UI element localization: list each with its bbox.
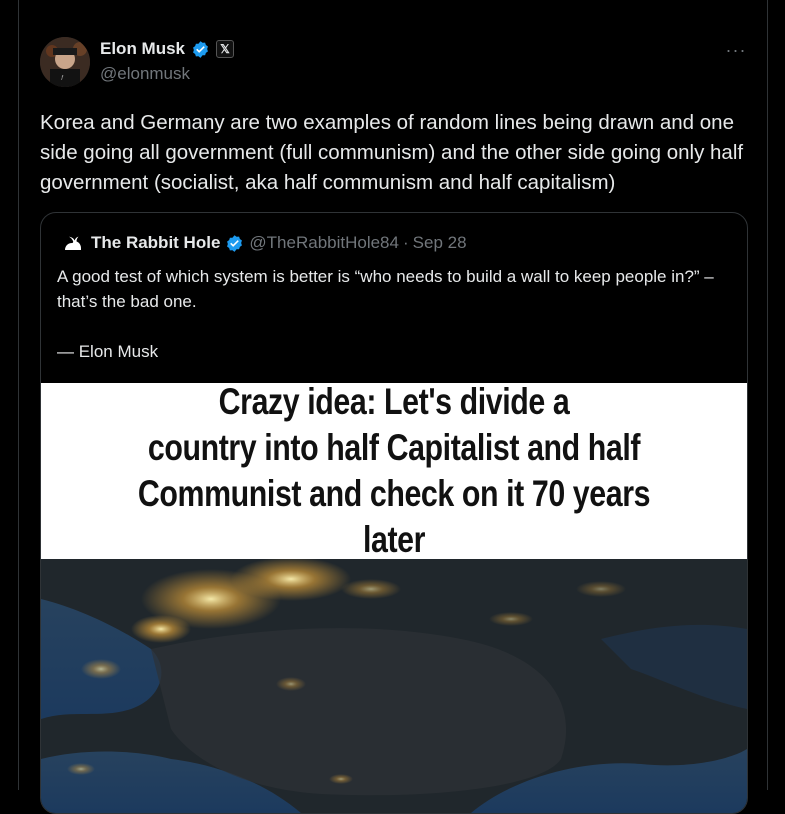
verified-badge-icon	[227, 234, 243, 252]
quoted-post-image[interactable]: Crazy idea: Let's divide a country into …	[41, 381, 747, 813]
post: ƒ Elon Musk 𝕏 @elonmusk ··· Korea and Ge…	[0, 0, 785, 814]
author-avatar[interactable]: ƒ	[40, 37, 90, 87]
quoted-author-name[interactable]: The Rabbit Hole	[91, 233, 220, 253]
svg-text:ƒ: ƒ	[61, 75, 64, 81]
post-text: Korea and Germany are two examples of ra…	[40, 111, 744, 194]
timeline-left-border	[18, 0, 19, 790]
quoted-author-handle[interactable]: @TheRabbitHole84	[249, 233, 399, 253]
author-name[interactable]: Elon Musk	[100, 39, 185, 59]
quoted-text-body: A good test of which system is better is…	[57, 267, 714, 311]
quoted-post[interactable]: The Rabbit Hole @TheRabbitHole84 · Sep 2…	[40, 212, 748, 814]
more-options-icon[interactable]: ···	[724, 40, 748, 60]
meme-caption-text: Crazy idea: Let's divide a country into …	[137, 381, 651, 560]
x-logo-icon[interactable]: 𝕏	[216, 40, 235, 58]
satellite-night-map-image	[41, 559, 747, 813]
verified-badge-icon	[193, 40, 208, 58]
author-handle[interactable]: @elonmusk	[100, 64, 190, 84]
quoted-post-date[interactable]: Sep 28	[413, 233, 467, 253]
timeline-right-border	[767, 0, 768, 790]
separator-dot: ·	[402, 233, 409, 252]
quoted-post-header: The Rabbit Hole @TheRabbitHole84 · Sep 2…	[59, 231, 467, 255]
author-row: Elon Musk 𝕏	[100, 38, 235, 60]
quoted-post-text: A good test of which system is better is…	[57, 264, 727, 364]
quoted-text-attribution: — Elon Musk	[57, 342, 159, 361]
meme-caption-panel: Crazy idea: Let's divide a country into …	[41, 381, 747, 560]
rabbit-logo-icon[interactable]	[59, 231, 85, 255]
